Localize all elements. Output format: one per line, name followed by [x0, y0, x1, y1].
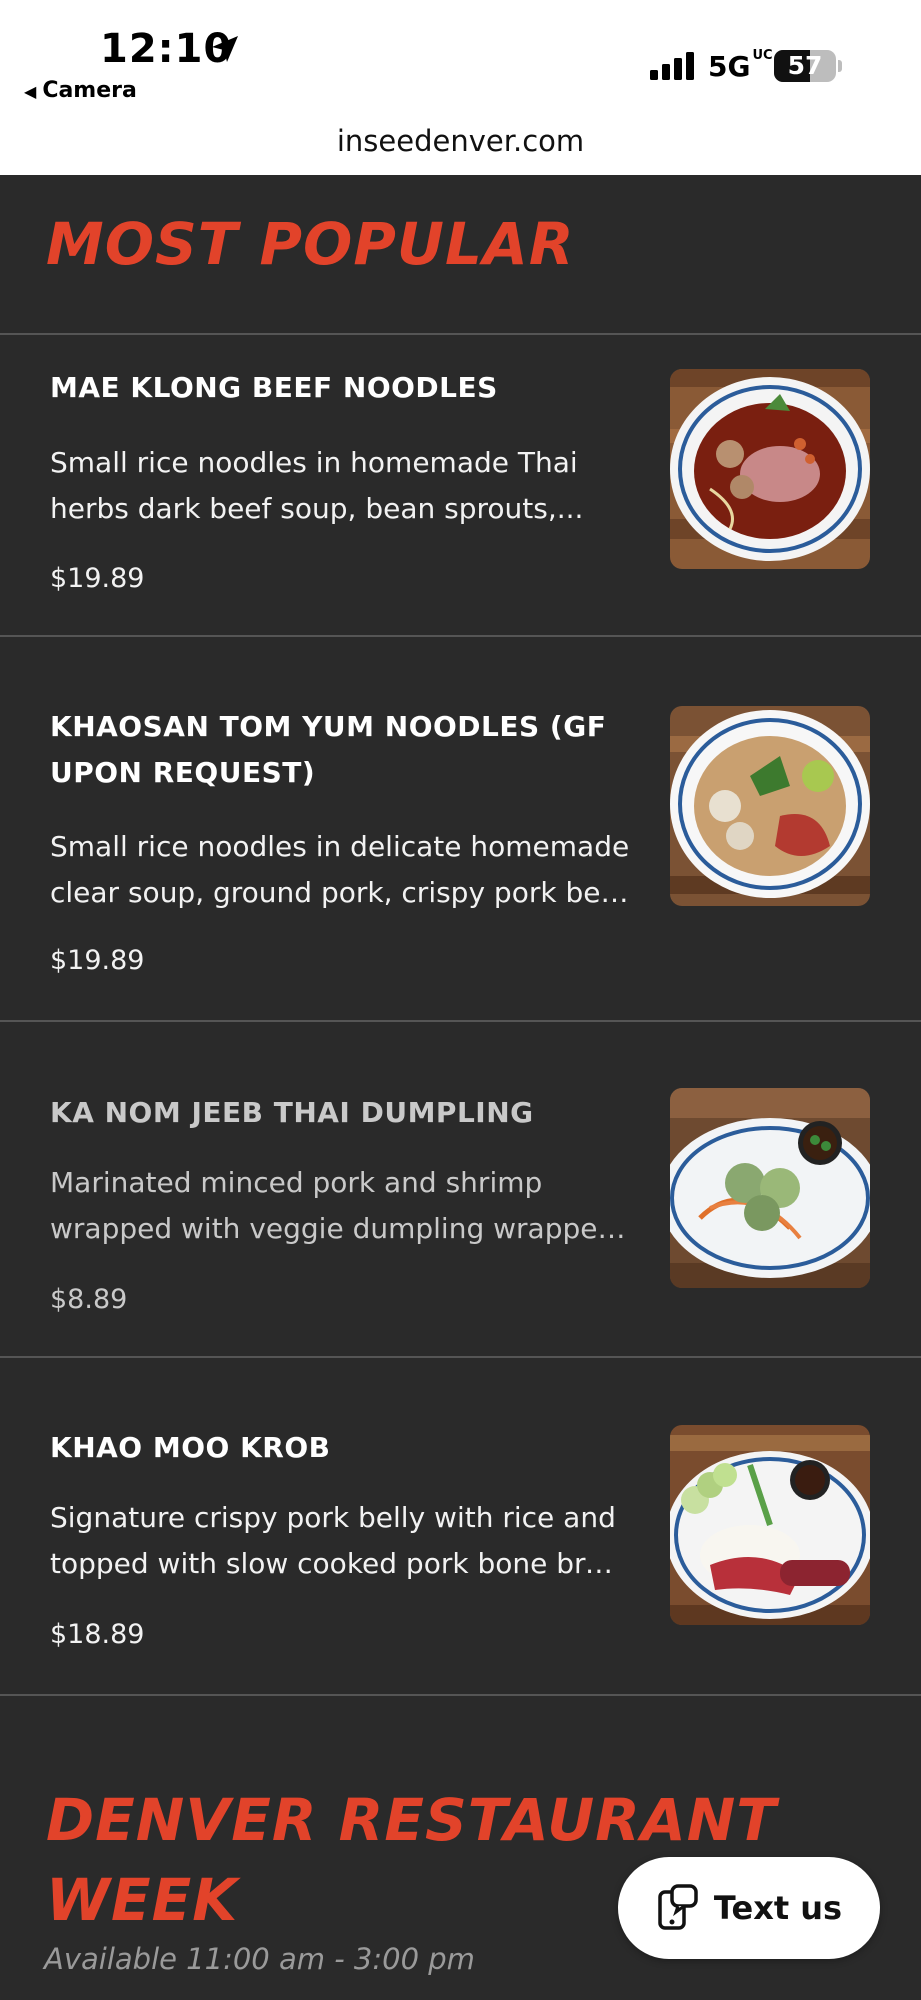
menu-item-photo[interactable]	[670, 706, 870, 906]
location-arrow-icon	[212, 36, 238, 62]
cellular-signal-icon	[650, 52, 694, 80]
menu-item-description: Marinated minced pork and shrimp wrapped…	[50, 1166, 630, 1245]
menu-item-description: Signature crispy pork belly with rice an…	[50, 1501, 630, 1580]
menu-item-name: KA NOM JEEB THAI DUMPLING	[50, 1096, 534, 1129]
menu-item-photo[interactable]	[670, 369, 870, 569]
battery-level: 57	[787, 51, 823, 80]
menu-item-khaosan-tom-yum[interactable]: KHAOSAN TOM YUM NOODLES (GF UPON REQUEST…	[0, 637, 921, 1020]
menu-item-price: $18.89	[50, 1619, 145, 1650]
divider	[0, 1694, 921, 1696]
menu-item-price: $8.89	[50, 1284, 128, 1315]
menu-item-name: KHAOSAN TOM YUM NOODLES (GF UPON REQUEST…	[50, 710, 607, 789]
status-bar: 12:10 ◀ Camera 5G UC 57 inseedenver.com	[0, 0, 921, 175]
menu-item-price: $19.89	[50, 945, 145, 976]
chat-phone-icon	[658, 1884, 698, 1930]
battery-icon: 57	[774, 50, 836, 82]
back-triangle-icon: ◀	[24, 82, 37, 101]
battery-nub	[838, 60, 842, 72]
network-suffix: UC	[752, 48, 773, 63]
menu-item-ka-nom-jeeb[interactable]: KA NOM JEEB THAI DUMPLING Marinated minc…	[0, 1022, 921, 1356]
menu-item-description: Small rice noodles in homemade Thai herb…	[50, 446, 584, 525]
menu-item-khao-moo-krob[interactable]: KHAO MOO KROB Signature crispy pork bell…	[0, 1358, 921, 1694]
back-to-camera-button[interactable]: ◀ Camera	[24, 78, 137, 103]
network-type: 5G UC	[708, 48, 773, 83]
menu-item-price: $19.89	[50, 563, 145, 594]
menu-item-description: Small rice noodles in delicate homemade …	[50, 830, 630, 909]
section-title-most-popular: MOST POPULAR	[46, 210, 575, 278]
menu-item-mae-klong[interactable]: MAE KLONG BEEF NOODLES Small rice noodle…	[0, 335, 921, 635]
address-bar-url[interactable]: inseedenver.com	[0, 124, 921, 158]
menu-item-name: MAE KLONG BEEF NOODLES	[50, 371, 498, 404]
menu-item-photo[interactable]	[670, 1088, 870, 1288]
section-availability: Available 11:00 am - 3:00 pm	[44, 1942, 475, 1976]
menu-item-photo[interactable]	[670, 1425, 870, 1625]
text-us-label: Text us	[713, 1889, 843, 1927]
text-us-button[interactable]: Text us	[618, 1857, 880, 1959]
menu-item-name: KHAO MOO KROB	[50, 1431, 331, 1464]
